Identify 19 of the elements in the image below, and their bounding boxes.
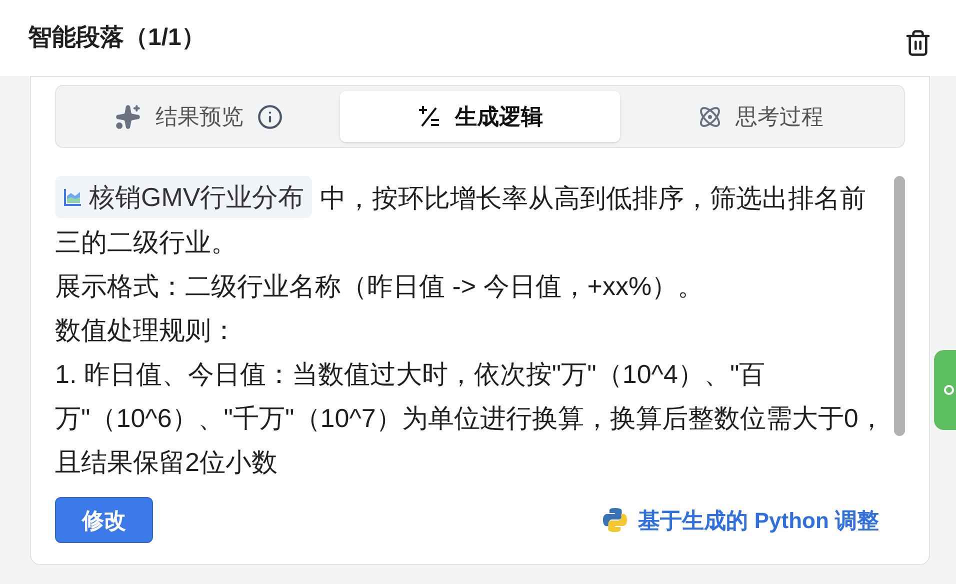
logic-paragraph: 数值处理规则： xyxy=(55,314,238,347)
tab[interactable]: 思考过程 xyxy=(620,91,902,142)
tab[interactable]: 结果预览 xyxy=(59,91,340,142)
panel-title: 智能段落（1/1） xyxy=(28,23,206,53)
area-chart-icon xyxy=(63,187,83,207)
sparkle-icon xyxy=(115,104,142,130)
python-icon xyxy=(602,507,628,533)
python-adjust-link[interactable]: 基于生成的 Python 调整 xyxy=(602,504,879,536)
edit-button[interactable]: 修改 xyxy=(55,497,153,543)
scrollbar-thumb[interactable] xyxy=(894,176,905,436)
logic-paragraph: 展示格式：二级行业名称（昨日值 -> 今日值，+xx%）。 xyxy=(55,270,705,303)
delete-icon[interactable] xyxy=(904,29,932,57)
dataset-chip[interactable]: 核销GMV行业分布 xyxy=(55,176,312,218)
logic-paragraph: 核销GMV行业分布 中，按环比增长率从高到低排序，筛选出排名前三的二级行业。 xyxy=(55,176,885,264)
logic-paragraph: 1. 昨日值、今日值：当数值过大时，依次按"万"（10^4）、"百万"（10^6）、"千万"（10^7）为单位进行换算，换算后整数位需大于0，且结果保留2位小数 xyxy=(55,358,885,476)
atom-icon xyxy=(698,104,722,128)
plus-minus-icon xyxy=(417,104,441,128)
tab[interactable]: 生成逻辑 xyxy=(340,91,620,142)
info-icon[interactable] xyxy=(257,104,284,130)
